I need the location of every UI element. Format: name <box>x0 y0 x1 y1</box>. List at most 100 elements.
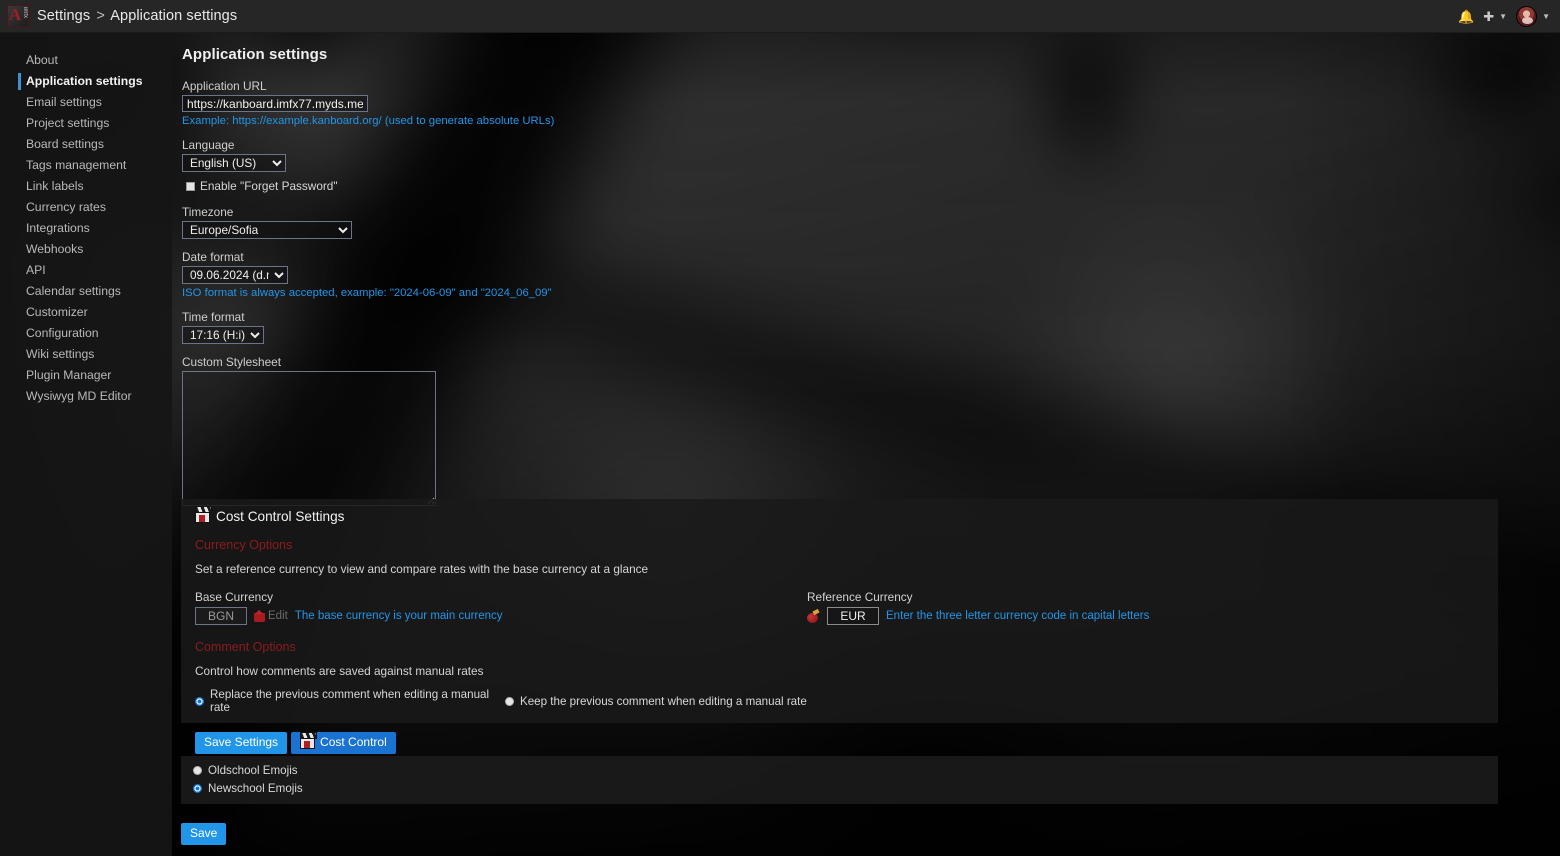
sidebar-item-project-settings[interactable]: Project settings <box>0 113 172 134</box>
sidebar-item-label: Currency rates <box>26 200 106 214</box>
date-format-select[interactable]: 09.06.2024 (d.m.Y) <box>182 266 288 284</box>
app-logo-icon[interactable]: A imfx <box>7 5 29 27</box>
main-content: Application settings Application URL Exa… <box>172 33 1560 856</box>
red-house-icon <box>254 610 265 622</box>
breadcrumb: Settings > Application settings <box>37 8 237 24</box>
sidebar-item-label: Project settings <box>26 116 110 130</box>
cost-control-title-text: Cost Control Settings <box>216 509 345 524</box>
radio-selected-icon[interactable] <box>195 696 204 706</box>
sidebar-item-tags-management[interactable]: Tags management <box>0 155 172 176</box>
application-url-group: Application URL Example: https://example… <box>182 79 1560 127</box>
forget-password-label[interactable]: Enable "Forget Password" <box>200 179 338 193</box>
breadcrumb-separator: > <box>96 8 105 24</box>
date-format-group: Date format 09.06.2024 (d.m.Y) ISO forma… <box>182 250 1560 299</box>
base-currency-edit-label: Edit <box>268 610 288 622</box>
sidebar-item-configuration[interactable]: Configuration <box>0 323 172 344</box>
time-format-select[interactable]: 17:16 (H:i) <box>182 326 264 344</box>
base-currency-block: Base Currency Edit The base currency is … <box>195 590 503 625</box>
cost-control-settings-panel: Cost Control Settings Currency Options S… <box>181 499 1498 755</box>
sidebar-item-webhooks[interactable]: Webhooks <box>0 239 172 260</box>
reference-currency-label: Reference Currency <box>807 590 913 604</box>
sidebar-item-link-labels[interactable]: Link labels <box>0 176 172 197</box>
date-format-label: Date format <box>182 250 244 264</box>
sidebar-item-about[interactable]: About <box>0 50 172 71</box>
custom-stylesheet-label: Custom Stylesheet <box>182 355 282 369</box>
sidebar-item-label: Wiki settings <box>26 347 95 361</box>
sidebar-item-label: Calendar settings <box>26 284 121 298</box>
sidebar-item-label: Configuration <box>26 326 99 340</box>
reference-currency-line: Enter the three letter currency code in … <box>807 607 1149 625</box>
sidebar-item-wysiwyg-md-editor[interactable]: Wysiwyg MD Editor <box>0 386 172 407</box>
forget-password-row[interactable]: Enable "Forget Password" <box>186 179 1560 193</box>
sidebar-item-currency-rates[interactable]: Currency rates <box>0 197 172 218</box>
comment-option-keep[interactable]: Keep the previous comment when editing a… <box>505 695 807 708</box>
save-settings-button[interactable]: Save Settings <box>195 732 288 755</box>
sidebar-item-label: About <box>26 53 58 67</box>
language-group: Language English (US) <box>182 138 1560 172</box>
settings-sidebar: About Application settings Email setting… <box>0 33 172 856</box>
base-currency-label: Base Currency <box>195 590 274 604</box>
sidebar-item-wiki-settings[interactable]: Wiki settings <box>0 344 172 365</box>
emoji-option-newschool-label: Newschool Emojis <box>208 782 303 795</box>
sidebar-item-label: Plugin Manager <box>26 368 112 382</box>
sidebar-item-integrations[interactable]: Integrations <box>0 218 172 239</box>
chevron-down-icon[interactable]: ▼ <box>1499 12 1507 21</box>
reference-currency-note: Enter the three letter currency code in … <box>886 610 1150 622</box>
currency-row: Base Currency Edit The base currency is … <box>195 590 1484 632</box>
radio-selected-icon[interactable] <box>193 784 202 793</box>
timezone-select[interactable]: Europe/Sofia <box>182 221 352 239</box>
avatar-chevron-down-icon[interactable]: ▼ <box>1542 12 1550 21</box>
sidebar-item-label: Tags management <box>26 158 127 172</box>
emoji-option-newschool[interactable]: Newschool Emojis <box>193 782 1498 795</box>
sidebar-item-api[interactable]: API <box>0 260 172 281</box>
base-currency-note: The base currency is your main currency <box>294 610 503 622</box>
sidebar-item-application-settings[interactable]: Application settings <box>0 71 172 92</box>
top-header-bar: A imfx Settings > Application settings 🔔… <box>0 0 1560 33</box>
timezone-label: Timezone <box>182 205 234 219</box>
reference-currency-block: Reference Currency Enter the three lette… <box>807 590 1149 625</box>
comment-options-radio-row: Replace the previous comment when editin… <box>195 688 1484 714</box>
currency-options-description: Set a reference currency to view and com… <box>195 562 649 576</box>
emoji-style-panel: Oldschool Emojis Newschool Emojis <box>181 756 1498 804</box>
sidebar-item-label: Email settings <box>26 95 102 109</box>
application-url-label: Application URL <box>182 79 267 93</box>
sidebar-item-label: Customizer <box>26 305 88 319</box>
forget-password-checkbox[interactable] <box>186 181 195 191</box>
emoji-option-oldschool[interactable]: Oldschool Emojis <box>193 764 1498 777</box>
save-button-wrap: Save <box>181 823 227 846</box>
time-format-label: Time format <box>182 310 245 324</box>
breadcrumb-root[interactable]: Settings <box>37 8 90 24</box>
reference-currency-input[interactable] <box>827 607 879 625</box>
cost-control-title: Cost Control Settings <box>195 506 1484 524</box>
header-actions: 🔔 ✚ ▼ ▼ <box>1458 5 1560 27</box>
save-button[interactable]: Save <box>181 823 227 846</box>
radio-unselected-icon[interactable] <box>193 766 202 775</box>
plus-icon[interactable]: ✚ <box>1483 10 1494 23</box>
sidebar-item-plugin-manager[interactable]: Plugin Manager <box>0 365 172 386</box>
base-currency-line: Edit The base currency is your main curr… <box>195 607 503 625</box>
logo-glyph: A <box>9 5 22 24</box>
custom-stylesheet-textarea[interactable] <box>182 371 436 506</box>
breadcrumb-current: Application settings <box>110 8 238 24</box>
base-currency-edit-button[interactable]: Edit <box>254 610 288 622</box>
avatar[interactable] <box>1516 5 1538 27</box>
time-format-group: Time format 17:16 (H:i) <box>182 310 1560 344</box>
language-select[interactable]: English (US) <box>182 154 286 172</box>
application-url-input[interactable] <box>182 95 368 112</box>
base-currency-input[interactable] <box>195 607 247 625</box>
comment-option-replace[interactable]: Replace the previous comment when editin… <box>195 688 505 714</box>
sidebar-item-customizer[interactable]: Customizer <box>0 302 172 323</box>
comment-option-keep-label: Keep the previous comment when editing a… <box>520 694 807 708</box>
cost-control-button[interactable]: Cost Control <box>291 732 396 755</box>
date-format-hint: ISO format is always accepted, example: … <box>182 287 552 299</box>
sidebar-item-email-settings[interactable]: Email settings <box>0 92 172 113</box>
timezone-group: Timezone Europe/Sofia <box>182 205 1560 239</box>
sidebar-item-label: Webhooks <box>26 242 84 256</box>
radio-unselected-icon[interactable] <box>505 696 514 706</box>
bell-icon[interactable]: 🔔 <box>1458 10 1474 23</box>
sidebar-item-calendar-settings[interactable]: Calendar settings <box>0 281 172 302</box>
sidebar-item-board-settings[interactable]: Board settings <box>0 134 172 155</box>
comment-options-heading: Comment Options <box>195 640 296 654</box>
application-url-hint: Example: https://example.kanboard.org/ (… <box>182 115 555 127</box>
red-bomb-icon <box>807 610 820 623</box>
